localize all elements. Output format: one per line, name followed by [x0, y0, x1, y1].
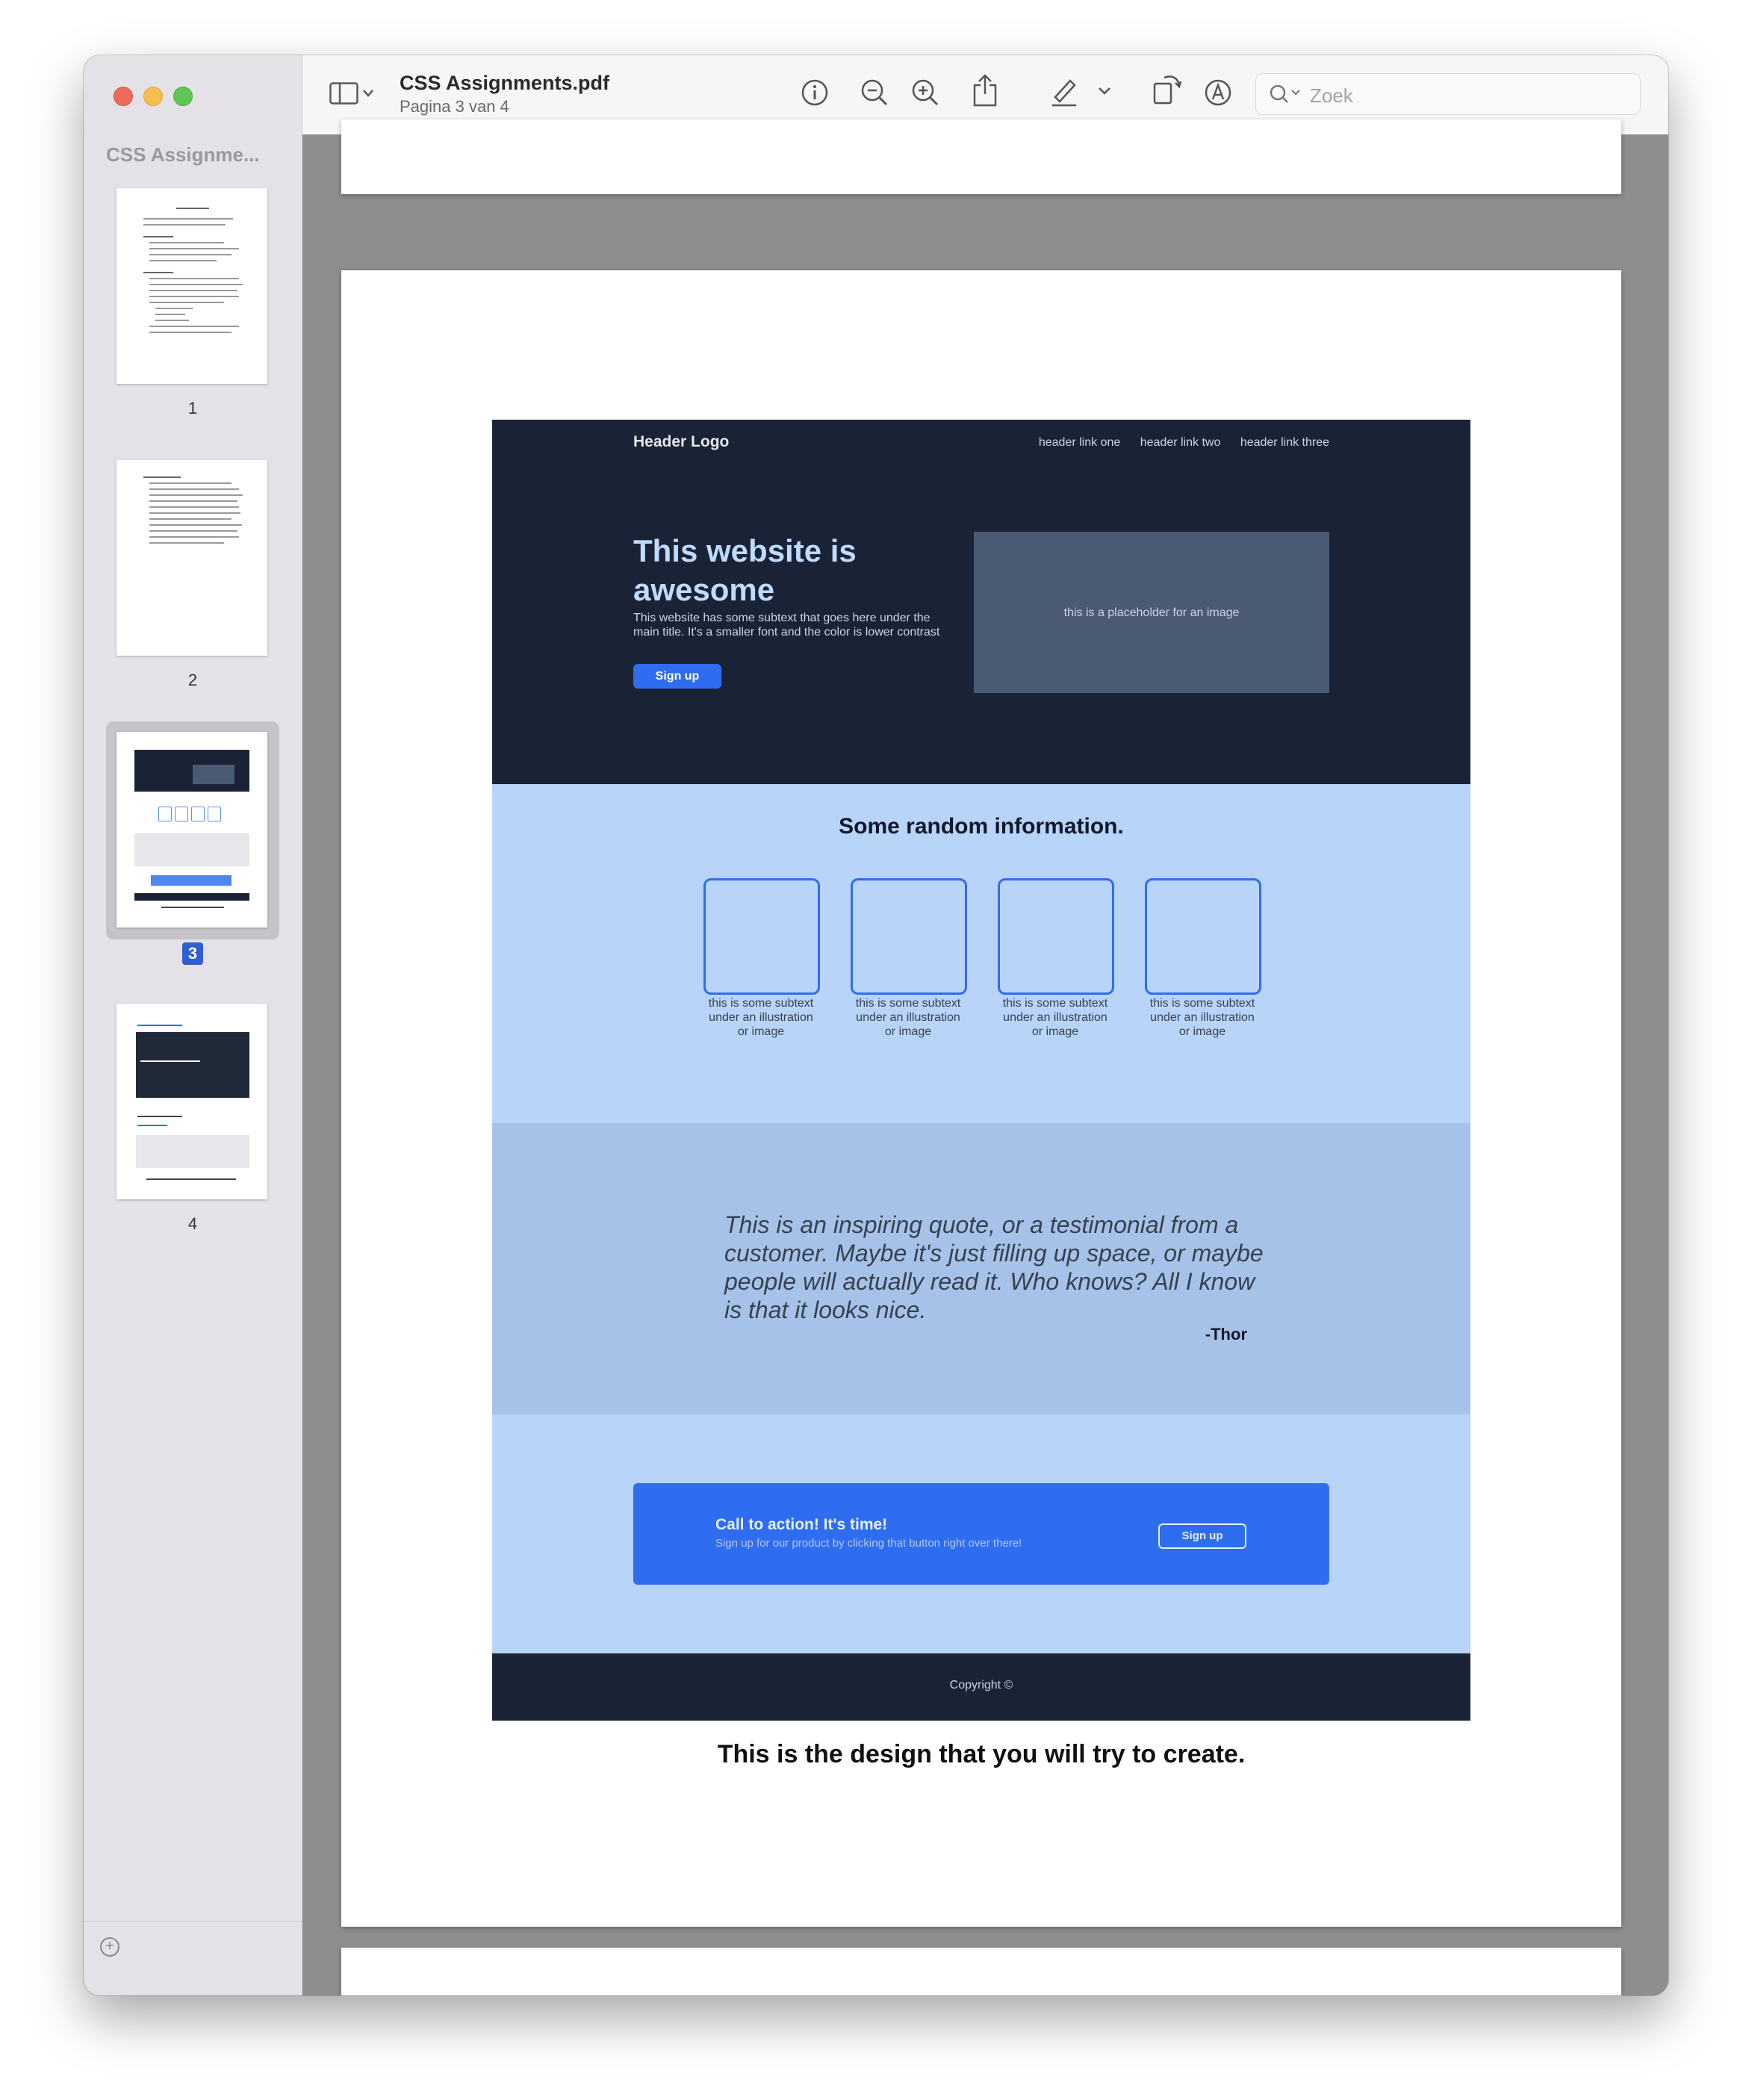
- sidebar-title: CSS Assignme...: [106, 143, 260, 166]
- page-4-top: [341, 1948, 1621, 1995]
- page-indicator: Pagina 3 van 4: [400, 97, 509, 116]
- website-design-mockup: Header Logo header link one header link …: [492, 420, 1470, 1721]
- minimize-button[interactable]: [143, 87, 163, 106]
- zoom-button[interactable]: [173, 87, 193, 106]
- rotate-icon[interactable]: [1151, 72, 1182, 110]
- info-section: Some random information. this is some su…: [492, 784, 1470, 1123]
- markup-icon[interactable]: [1203, 78, 1233, 111]
- sidebar-divider: [84, 1921, 302, 1922]
- header-links: header link one header link two header l…: [1022, 436, 1329, 450]
- info-card-caption: this is some subtext under an illustrati…: [1149, 997, 1255, 1038]
- cta-signup-button: Sign up: [1158, 1523, 1246, 1549]
- info-card-caption: this is some subtext under an illustrati…: [855, 997, 961, 1038]
- hero-signup-button: Sign up: [633, 664, 721, 689]
- hero-title: This website is awesome: [633, 533, 857, 607]
- header-link-one: header link one: [1038, 436, 1121, 449]
- cta-title: Call to action! It's time!: [715, 1516, 888, 1533]
- info-card: [851, 878, 967, 995]
- page-3: Header Logo header link one header link …: [341, 270, 1621, 1927]
- search-icon: [1268, 83, 1302, 109]
- page-thumbnail-4[interactable]: [116, 1004, 267, 1199]
- header-link-three: header link three: [1240, 436, 1329, 449]
- page-thumbnail-1[interactable]: [116, 188, 267, 384]
- page-thumbnail-2[interactable]: [116, 460, 267, 656]
- header-logo: Header Logo: [633, 433, 730, 450]
- cta-section: Call to action! It's time! Sign up for o…: [492, 1414, 1470, 1653]
- cta-box: Call to action! It's time! Sign up for o…: [633, 1483, 1329, 1585]
- hero-subtext: This website has some subtext that goes …: [633, 612, 940, 639]
- sidebar: CSS Assignme... 1 2 3 4 +: [84, 55, 302, 1995]
- chevron-down-icon[interactable]: [1097, 85, 1112, 101]
- document-title: CSS Assignments.pdf: [400, 72, 610, 94]
- page-number-4: 4: [187, 1214, 198, 1233]
- header-link-two: header link two: [1140, 436, 1221, 449]
- page-caption: This is the design that you will try to …: [717, 1740, 1246, 1768]
- cta-subtext: Sign up for our product by clicking that…: [715, 1537, 1022, 1550]
- page-number-1: 1: [187, 399, 198, 417]
- zoom-in-icon[interactable]: [910, 78, 940, 111]
- page-number-3: 3: [84, 942, 302, 965]
- quote-section: This is an inspiring quote, or a testimo…: [492, 1123, 1470, 1414]
- zoom-out-icon[interactable]: [860, 78, 889, 111]
- info-card: [998, 878, 1114, 995]
- quote-author: -Thor: [1205, 1325, 1247, 1343]
- page-number-2: 2: [187, 671, 198, 689]
- hero-section: Header Logo header link one header link …: [492, 420, 1470, 784]
- search-field[interactable]: Zoek: [1255, 73, 1641, 115]
- info-card-caption: this is some subtext under an illustrati…: [708, 997, 814, 1038]
- add-page-button[interactable]: +: [100, 1937, 119, 1957]
- search-placeholder: Zoek: [1310, 84, 1353, 107]
- quote-text: This is an inspiring quote, or a testimo…: [724, 1211, 1264, 1323]
- highlight-pen-icon[interactable]: [1049, 75, 1079, 111]
- close-button[interactable]: [114, 87, 133, 106]
- document-area[interactable]: Header Logo header link one header link …: [302, 119, 1668, 1995]
- image-placeholder-text: this is a placeholder for an image: [1063, 606, 1240, 619]
- info-title: Some random information.: [839, 814, 1124, 839]
- hero-image-placeholder: this is a placeholder for an image: [974, 532, 1329, 693]
- page-2-bottom: [341, 119, 1621, 194]
- info-card: [1145, 878, 1261, 995]
- info-icon[interactable]: [800, 78, 830, 111]
- page-thumbnail-3[interactable]: [116, 732, 267, 928]
- info-card-caption: this is some subtext under an illustrati…: [1002, 997, 1108, 1038]
- info-card: [703, 878, 820, 995]
- footer-section: Copyright ©: [492, 1653, 1470, 1721]
- footer-copyright: Copyright ©: [949, 1679, 1013, 1692]
- share-icon[interactable]: [970, 73, 1000, 111]
- sidebar-toggle-icon[interactable]: [329, 82, 376, 108]
- preview-window: CSS Assignme... 1 2 3 4 + CSS Assignment…: [84, 55, 1668, 1995]
